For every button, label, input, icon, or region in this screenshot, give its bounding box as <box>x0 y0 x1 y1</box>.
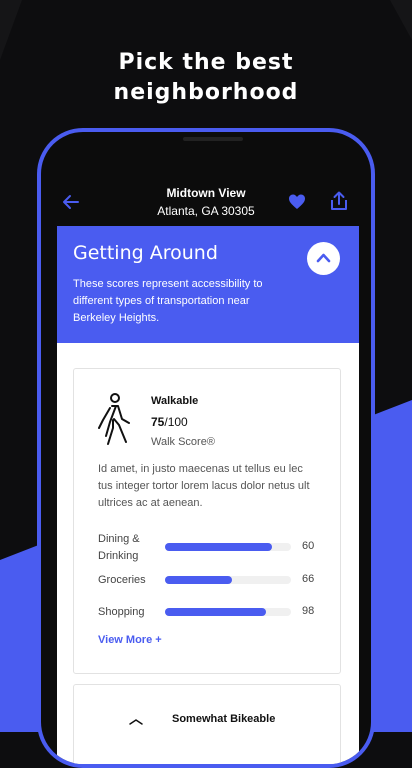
walk-score: 75/100 <box>151 415 188 429</box>
phone-frame: Midtown View Atlanta, GA 30305 Getting A… <box>37 128 375 768</box>
headline: Pick the best neighborhood <box>0 48 412 108</box>
metric-label-groceries: Groceries <box>98 574 146 586</box>
metric-bar-dining <box>165 543 291 551</box>
bicycle-icon <box>129 719 143 725</box>
metric-bar-shopping <box>165 608 291 616</box>
metric-value-groceries: 66 <box>302 573 315 585</box>
location-address: Atlanta, GA 30305 <box>157 204 255 218</box>
walk-score-source: Walk Score® <box>151 436 215 448</box>
walk-score-value: 75 <box>151 415 165 429</box>
section-title: Getting Around <box>73 242 218 264</box>
location-title: Midtown View <box>166 186 246 200</box>
bikeable-card: Somewhat Bikeable <box>73 684 341 764</box>
share-icon[interactable] <box>330 191 348 211</box>
metric-label-dining: Dining & Drinking <box>98 533 140 562</box>
section-description: These scores represent accessibility to … <box>73 278 263 324</box>
walk-score-max: /100 <box>164 415 188 429</box>
phone-speaker <box>183 137 243 141</box>
metric-label-shopping: Shopping <box>98 606 145 618</box>
view-more-link[interactable]: View More + <box>98 634 162 646</box>
phone-body: Midtown View Atlanta, GA 30305 Getting A… <box>41 132 371 764</box>
metric-bar-groceries <box>165 576 291 584</box>
walkable-description: Id amet, in justo maecenas ut tellus eu … <box>98 463 310 509</box>
metric-bar-fill-dining <box>165 543 273 551</box>
top-bar: Midtown View Atlanta, GA 30305 <box>53 172 359 226</box>
chevron-up-icon <box>316 253 331 263</box>
headline-line-1: Pick the best <box>118 50 294 75</box>
content-area: Walkable 75/100 Walk Score® Id amet, in … <box>57 343 359 764</box>
app-screen: Midtown View Atlanta, GA 30305 Getting A… <box>53 172 359 764</box>
heart-icon[interactable] <box>288 193 306 211</box>
metric-value-dining: 60 <box>302 540 315 552</box>
metric-bar-fill-shopping <box>165 608 266 616</box>
collapse-button[interactable] <box>307 242 340 275</box>
walkable-title: Walkable <box>151 395 199 407</box>
metric-bar-fill-groceries <box>165 576 232 584</box>
metric-value-shopping: 98 <box>302 605 315 617</box>
walkable-card: Walkable 75/100 Walk Score® Id amet, in … <box>73 368 341 674</box>
headline-line-2: neighborhood <box>113 80 299 105</box>
bikeable-title: Somewhat Bikeable <box>172 713 276 725</box>
getting-around-header: Getting Around These scores represent ac… <box>57 226 359 343</box>
walking-person-icon <box>98 393 130 445</box>
